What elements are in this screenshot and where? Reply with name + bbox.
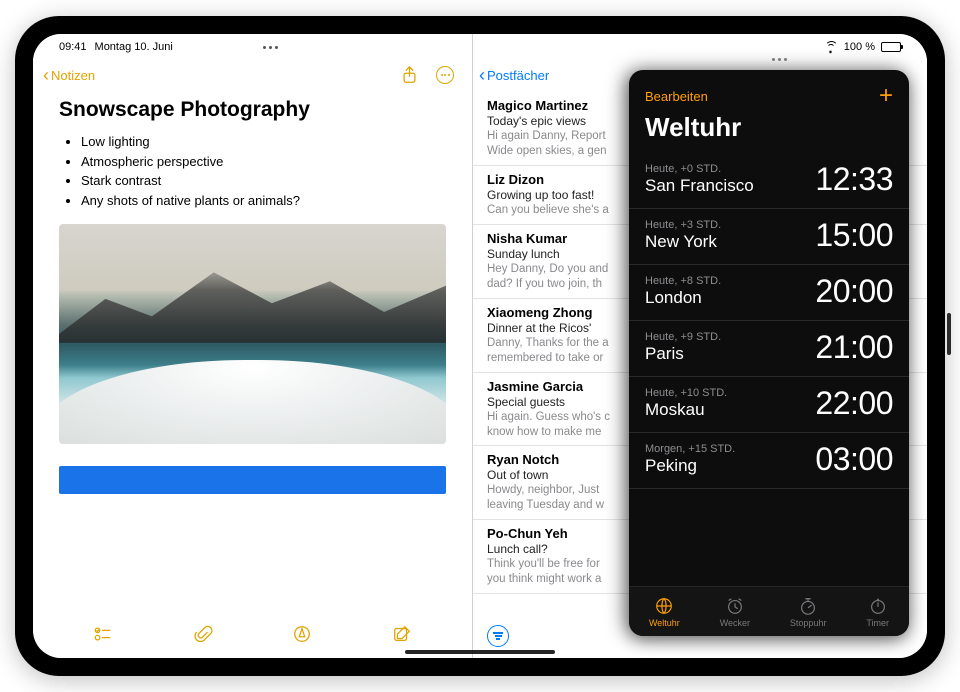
clock-offset: Heute, +10 STD. (645, 387, 727, 399)
checklist-button[interactable] (93, 624, 113, 649)
clock-add-button[interactable]: + (879, 84, 893, 108)
note-bullet-list[interactable]: Low lighting Atmospheric perspective Sta… (59, 132, 446, 210)
battery-icon (881, 42, 901, 52)
ipad-side-button (947, 313, 951, 355)
compose-icon (392, 624, 412, 644)
notes-back-label: Notizen (51, 68, 95, 83)
globe-icon (654, 596, 674, 616)
new-note-button[interactable] (392, 624, 412, 649)
list-item[interactable]: Stark contrast (81, 171, 446, 191)
tab-label: Stoppuhr (790, 618, 827, 628)
note-selection-block[interactable] (59, 466, 446, 494)
notes-back-button[interactable]: ‹ Notizen (43, 66, 95, 84)
markup-button[interactable] (292, 624, 312, 649)
clock-time: 22:00 (815, 385, 893, 422)
clock-city: London (645, 288, 721, 308)
clock-city: Moskau (645, 400, 727, 420)
plus-icon: + (879, 82, 893, 109)
clock-offset: Heute, +8 STD. (645, 275, 721, 287)
list-item[interactable]: Low lighting (81, 132, 446, 152)
tab-world-clock[interactable]: Weltuhr (649, 596, 680, 628)
mail-back-label: Postfächer (487, 68, 549, 83)
clock-city: Peking (645, 456, 735, 476)
list-item[interactable]: Atmospheric perspective (81, 152, 446, 172)
clock-time: 20:00 (815, 273, 893, 310)
attachment-button[interactable] (193, 624, 213, 649)
battery-percent: 100 % (844, 41, 875, 53)
clock-row[interactable]: Heute, +10 STD. Moskau 22:00 (629, 377, 909, 433)
clock-time: 15:00 (815, 217, 893, 254)
more-button[interactable] (436, 66, 454, 84)
share-button[interactable] (400, 66, 418, 84)
ipad-screen: 09:41 Montag 10. Juni 100 % ‹ Notizen (33, 34, 927, 658)
home-indicator[interactable] (405, 650, 555, 654)
tab-label: Wecker (720, 618, 750, 628)
status-date: Montag 10. Juni (95, 41, 173, 53)
clock-offset: Heute, +3 STD. (645, 219, 721, 231)
clock-offset: Heute, +9 STD. (645, 331, 721, 343)
clock-row[interactable]: Heute, +8 STD. London 20:00 (629, 265, 909, 321)
status-bar: 09:41 Montag 10. Juni 100 % (33, 34, 927, 60)
ipad-device-frame: 09:41 Montag 10. Juni 100 % ‹ Notizen (15, 16, 945, 676)
notes-app-pane: ‹ Notizen Snowscape Photography (33, 34, 473, 658)
clock-title: Weltuhr (629, 112, 909, 153)
clock-row[interactable]: Heute, +3 STD. New York 15:00 (629, 209, 909, 265)
clock-time: 12:33 (815, 161, 893, 198)
clock-time: 21:00 (815, 329, 893, 366)
paperclip-icon (193, 624, 213, 644)
tab-timer[interactable]: Timer (866, 596, 889, 628)
mail-back-button[interactable]: ‹ Postfächer (479, 66, 549, 84)
chevron-left-icon: ‹ (43, 66, 49, 84)
alarm-icon (725, 596, 745, 616)
mail-filter-button[interactable] (487, 625, 509, 647)
clock-offset: Heute, +0 STD. (645, 163, 754, 175)
tab-alarm[interactable]: Wecker (720, 596, 750, 628)
clock-row[interactable]: Morgen, +15 STD. Peking 03:00 (629, 433, 909, 489)
clock-time: 03:00 (815, 441, 893, 478)
clock-row[interactable]: Heute, +0 STD. San Francisco 12:33 (629, 153, 909, 209)
tab-stopwatch[interactable]: Stoppuhr (790, 596, 827, 628)
tab-label: Timer (866, 618, 889, 628)
stopwatch-icon (798, 596, 818, 616)
world-clock-list[interactable]: Heute, +0 STD. San Francisco 12:33 Heute… (629, 153, 909, 586)
markup-icon (292, 624, 312, 644)
chevron-left-icon: ‹ (479, 66, 485, 84)
clock-city: Paris (645, 344, 721, 364)
share-icon (402, 66, 417, 84)
note-title[interactable]: Snowscape Photography (59, 98, 446, 122)
status-time: 09:41 (59, 41, 87, 53)
list-item[interactable]: Any shots of native plants or animals? (81, 191, 446, 211)
wifi-icon (825, 43, 838, 52)
filter-icon (493, 632, 503, 640)
clock-edit-button[interactable]: Bearbeiten (645, 89, 708, 104)
multitask-dots-icon[interactable] (263, 46, 278, 49)
clock-city: New York (645, 232, 721, 252)
clock-city: San Francisco (645, 176, 754, 196)
note-image[interactable] (59, 224, 446, 444)
clock-row[interactable]: Heute, +9 STD. Paris 21:00 (629, 321, 909, 377)
tab-label: Weltuhr (649, 618, 680, 628)
clock-app-slideover: Bearbeiten + Weltuhr Heute, +0 STD. San … (629, 70, 909, 636)
clock-offset: Morgen, +15 STD. (645, 443, 735, 455)
ellipsis-icon (441, 74, 450, 76)
timer-icon (868, 596, 888, 616)
checklist-icon (93, 624, 113, 644)
clock-tab-bar: Weltuhr Wecker Sto (629, 586, 909, 636)
